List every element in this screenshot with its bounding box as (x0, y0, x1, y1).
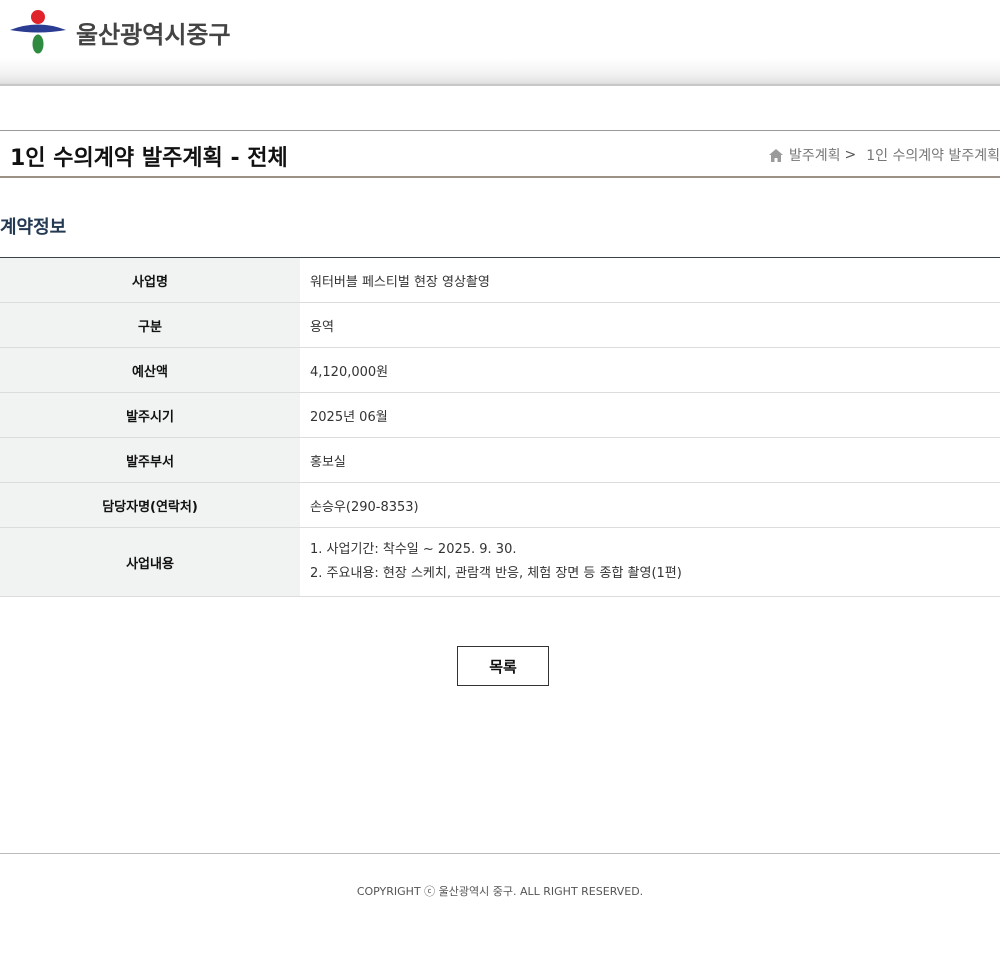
row-label: 발주부서 (0, 437, 300, 483)
header-divider (0, 84, 1000, 86)
breadcrumb: 발주계획 > 1인 수의계약 발주계획 (769, 145, 1000, 165)
page-title: 1인 수의계약 발주계획 - 전체 (10, 146, 288, 171)
row-value: 2025년 06월 (300, 392, 1000, 438)
title-bar: 1인 수의계약 발주계획 - 전체 발주계획 > 1인 수의계약 발주계획 (0, 130, 1000, 178)
row-label: 구분 (0, 302, 300, 348)
breadcrumb-item-current: 1인 수의계약 발주계획 (866, 148, 1000, 164)
content-line: 2. 주요내용: 현장 스케치, 관람객 반응, 체험 장면 등 종합 촬영(1… (310, 566, 682, 581)
row-value: 손승우(290-8353) (300, 482, 1000, 528)
table-row: 담당자명(연락처) 손승우(290-8353) (0, 482, 1000, 528)
row-label: 예산액 (0, 347, 300, 393)
row-label: 사업명 (0, 257, 300, 303)
breadcrumb-separator: > (844, 147, 857, 163)
breadcrumb-item-order-plan[interactable]: 발주계획 (789, 145, 841, 165)
logo-text: 울산광역시중구 (76, 20, 231, 49)
row-value: 워터버블 페스티벌 현장 영상촬영 (300, 257, 1000, 303)
site-footer: COPYRIGHT ⓒ 울산광역시 중구. ALL RIGHT RESERVED… (0, 853, 1000, 954)
row-label: 사업내용 (0, 527, 300, 597)
row-value: 4,120,000원 (300, 347, 1000, 393)
table-row: 예산액 4,120,000원 (0, 347, 1000, 393)
contract-info-table: 사업명 워터버블 페스티벌 현장 영상촬영 구분 용역 예산액 4,120,00… (0, 257, 1000, 597)
emblem-icon (10, 10, 66, 54)
content-line: 1. 사업기간: 착수일 ~ 2025. 9. 30. (310, 542, 517, 557)
section-title: 계약정보 (0, 217, 67, 238)
row-label: 발주시기 (0, 392, 300, 438)
table-row: 사업내용 1. 사업기간: 착수일 ~ 2025. 9. 30. 2. 주요내용… (0, 527, 1000, 597)
row-value: 1. 사업기간: 착수일 ~ 2025. 9. 30. 2. 주요내용: 현장 … (300, 527, 1000, 597)
site-logo[interactable]: 울산광역시중구 (10, 9, 231, 55)
row-label: 담당자명(연락처) (0, 482, 300, 528)
row-value: 용역 (300, 302, 1000, 348)
list-button[interactable]: 목록 (457, 646, 549, 686)
table-row: 사업명 워터버블 페스티벌 현장 영상촬영 (0, 257, 1000, 303)
copyright-text: COPYRIGHT ⓒ 울산광역시 중구. ALL RIGHT RESERVED… (356, 885, 644, 898)
table-row: 발주부서 홍보실 (0, 437, 1000, 483)
home-icon[interactable] (769, 148, 783, 162)
site-header: 울산광역시중구 (0, 0, 1000, 86)
table-row: 발주시기 2025년 06월 (0, 392, 1000, 438)
table-row: 구분 용역 (0, 302, 1000, 348)
row-value: 홍보실 (300, 437, 1000, 483)
